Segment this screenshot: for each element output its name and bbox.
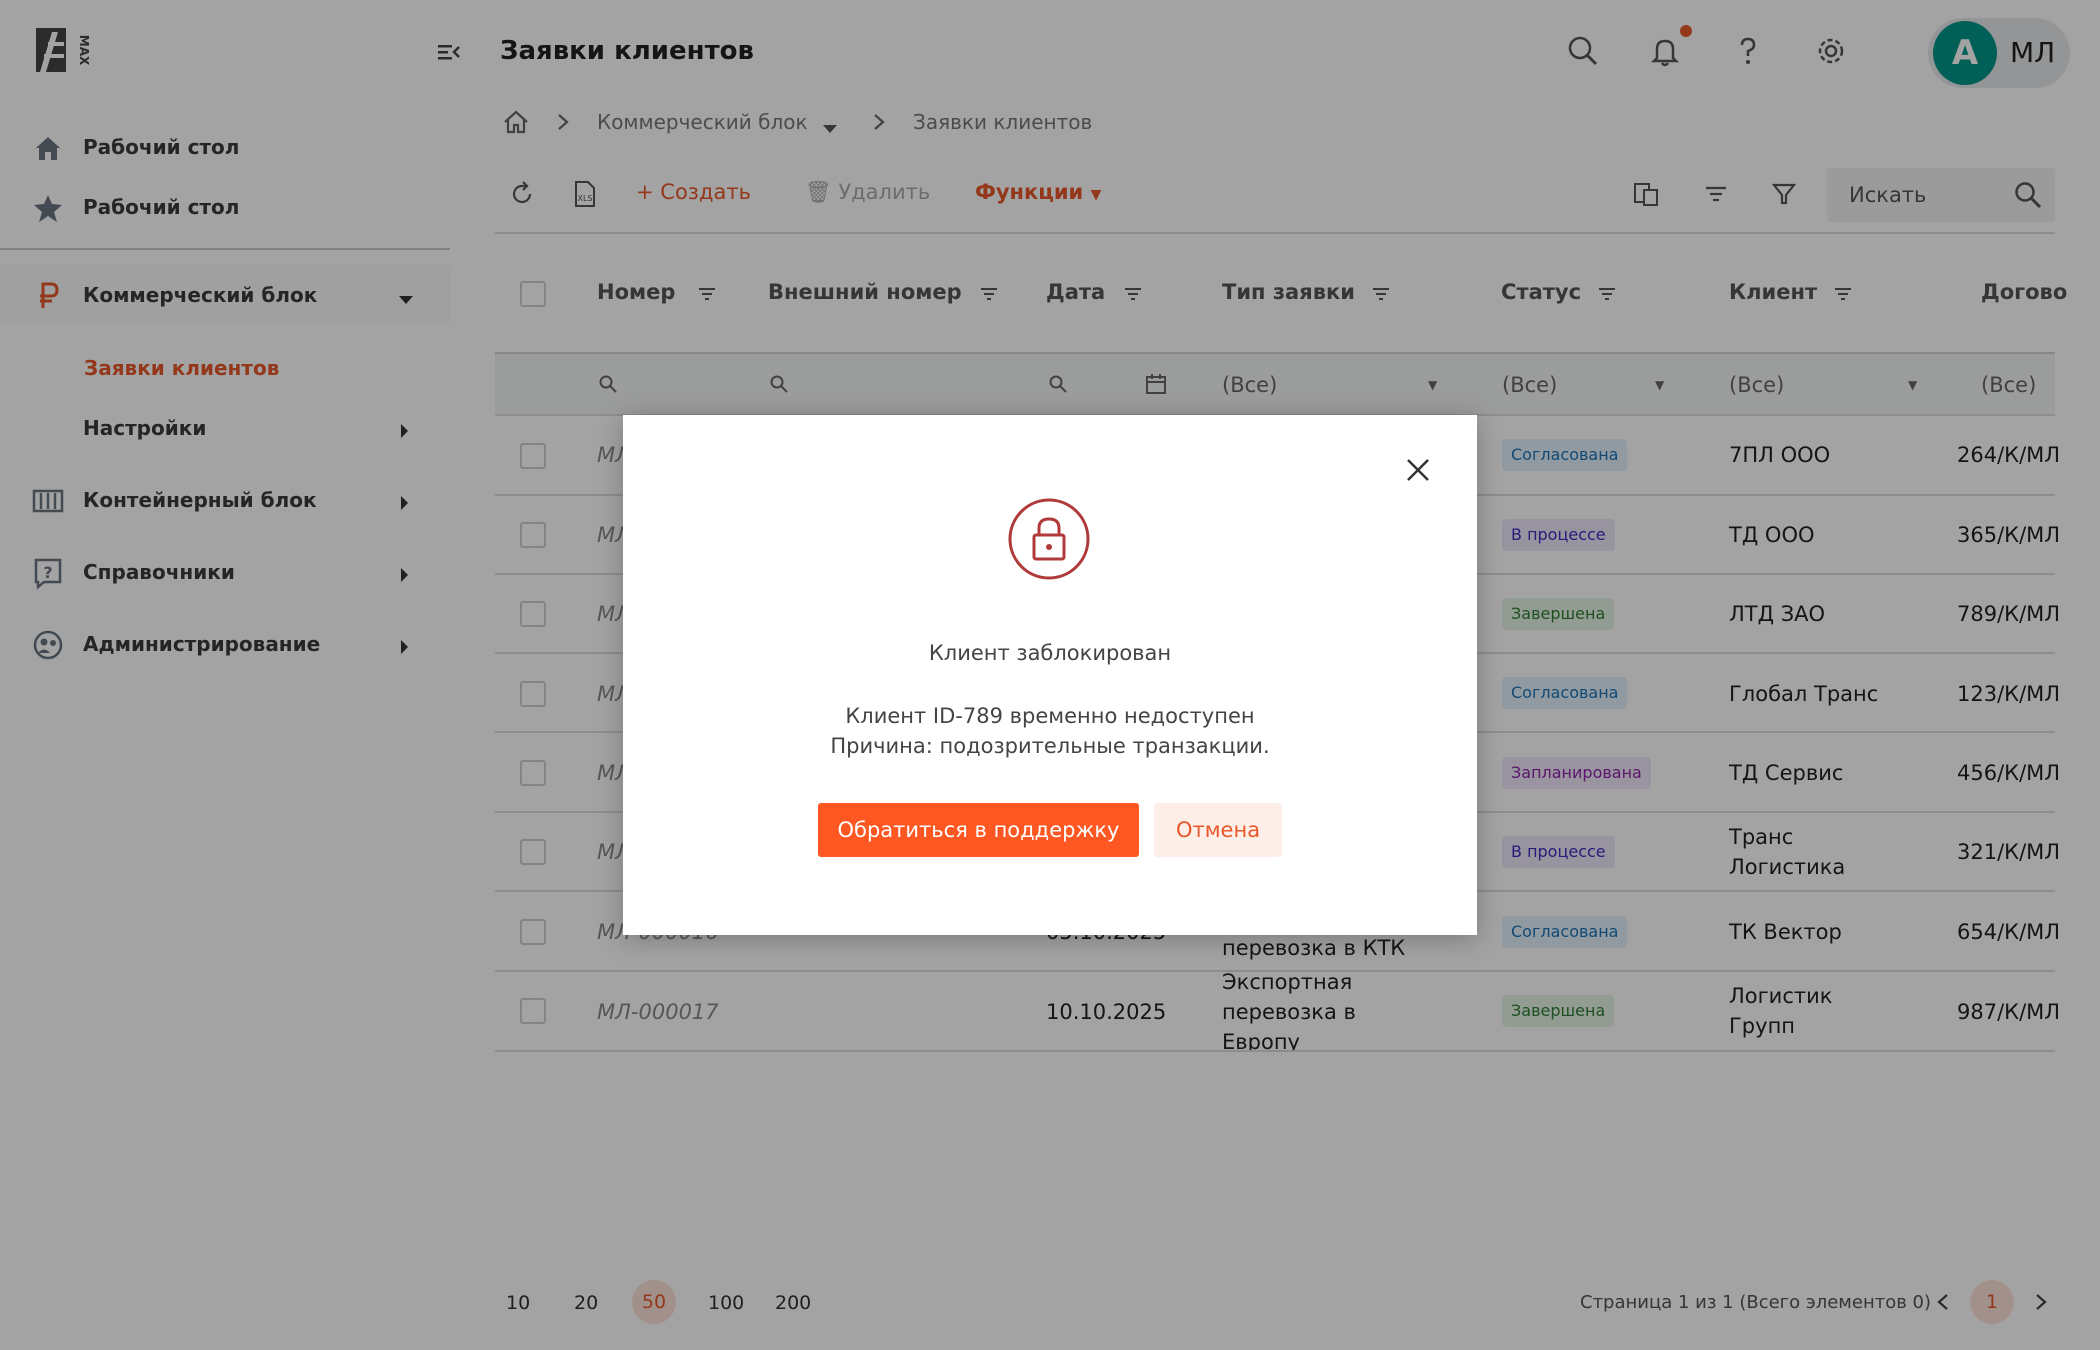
- lock-icon: [1007, 497, 1091, 581]
- contact-support-button[interactable]: Обратиться в поддержку: [818, 803, 1139, 857]
- blocked-client-dialog: Клиент заблокирован Клиент ID-789 времен…: [623, 415, 1477, 935]
- dialog-title: Клиент заблокирован: [928, 641, 1172, 665]
- dialog-message-line-1: Клиент ID-789 временно недоступен: [845, 704, 1255, 728]
- dialog-message-line-2: Причина: подозрительные транзакции.: [830, 734, 1270, 758]
- cancel-button[interactable]: Отмена: [1154, 803, 1282, 857]
- dialog-message: Клиент ID-789 временно недоступен Причин…: [623, 701, 1477, 761]
- close-icon[interactable]: [1403, 455, 1433, 485]
